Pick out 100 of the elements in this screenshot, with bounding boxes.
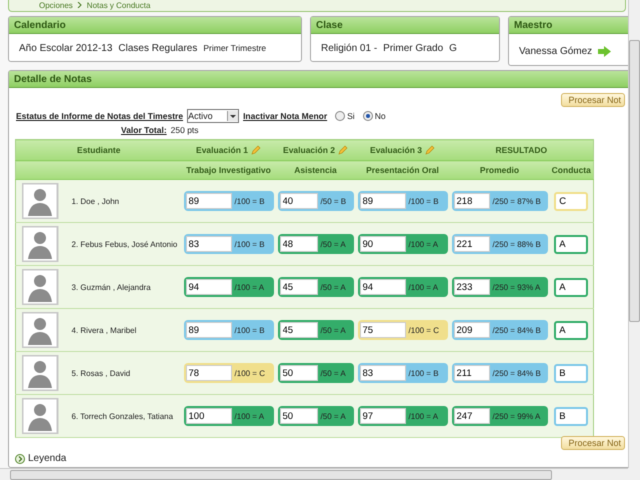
score-input[interactable]: 45	[280, 322, 318, 338]
score-input[interactable]: 83	[186, 236, 232, 252]
score-input[interactable]: 97	[360, 408, 406, 424]
student-name: 1. Doe , John	[72, 196, 120, 206]
status-select[interactable]: Activo	[187, 109, 240, 123]
arrow-right-icon[interactable]	[598, 46, 612, 56]
score-input[interactable]: 45	[280, 279, 318, 295]
panel-text: Religión 01 -	[321, 42, 378, 54]
student-name: 6. Torrech Gonzales, Tatiana	[72, 412, 174, 420]
conduct-field[interactable]: A	[554, 320, 588, 340]
column-header: Trabajo Investigativo	[186, 165, 271, 175]
grade-text: /100 = B	[234, 326, 265, 334]
grade-text: /250 = 84% B	[492, 368, 541, 378]
panel-text: Clases Regulares	[118, 42, 198, 54]
student-name: 2. Febus Febus, José Antonio	[72, 240, 178, 248]
student-name: 3. Guzmán , Alejandra	[72, 282, 151, 292]
vertical-scrollbar[interactable]	[628, 0, 640, 468]
grade-text: /100 = C	[408, 326, 439, 334]
panel-text: Año Escolar 2012-13	[19, 42, 112, 54]
expand-icon[interactable]	[15, 454, 25, 464]
score-input[interactable]: 48	[280, 236, 318, 252]
process-button[interactable]: Procesar Not	[561, 93, 625, 107]
score-input[interactable]: 233	[454, 279, 490, 295]
score-input[interactable]: 90	[360, 236, 406, 252]
panel-title: Detalle de Notas	[9, 71, 628, 88]
score-input[interactable]: 75	[360, 322, 406, 338]
grade-text: /50 = A	[320, 326, 346, 334]
panel-text: Primer Grado	[383, 42, 444, 54]
grade-text: /100 = A	[234, 412, 264, 420]
chevron-icon	[76, 2, 83, 8]
grade-text: /50 = B	[320, 196, 346, 206]
panel-text: Vanessa Gómez	[519, 46, 592, 56]
pencil-icon[interactable]	[338, 145, 348, 155]
column-header: Evaluación 1	[196, 145, 248, 155]
score-input[interactable]: 247	[454, 408, 490, 424]
grade-text: /250 = 87% B	[492, 196, 541, 206]
grade-text: /100 = A	[408, 412, 438, 420]
score-input[interactable]: 83	[360, 365, 406, 381]
score-input[interactable]: 50	[280, 408, 318, 424]
score-input[interactable]: 94	[186, 279, 232, 295]
score-input[interactable]: 221	[454, 236, 490, 252]
conduct-field[interactable]: C	[554, 192, 588, 210]
score-input[interactable]: 100	[186, 408, 232, 424]
conduct-field[interactable]: B	[554, 364, 588, 382]
panel-text: G	[449, 42, 457, 54]
grade-text: /100 = B	[408, 368, 439, 378]
score-input[interactable]: 89	[360, 193, 406, 209]
total-value: 250 pts	[170, 125, 199, 135]
pencil-icon[interactable]	[251, 145, 261, 155]
panel-title: Maestro	[509, 17, 628, 34]
panel-title: Clase	[311, 17, 499, 34]
grade-text: /100 = A	[408, 282, 438, 292]
grade-text: /50 = A	[320, 240, 346, 248]
conduct-field[interactable]: A	[554, 278, 588, 296]
panel-title: Calendario	[9, 17, 301, 34]
score-input[interactable]: 94	[360, 279, 406, 295]
pencil-icon[interactable]	[425, 145, 435, 155]
grade-text: /250 = 93% A	[492, 282, 540, 292]
total-label: Valor Total:	[121, 125, 167, 135]
score-input[interactable]: 218	[454, 193, 490, 209]
radio-option[interactable]: No	[362, 111, 386, 121]
grade-text: /250 = 84% B	[492, 326, 541, 334]
score-input[interactable]: 78	[186, 365, 232, 381]
conduct-field[interactable]: B	[554, 406, 588, 426]
process-button[interactable]: Procesar Not	[561, 436, 625, 450]
grade-text: /50 = A	[320, 282, 346, 292]
grade-text: /50 = A	[320, 368, 346, 378]
column-header: Conducta	[552, 165, 591, 175]
grade-text: /100 = C	[234, 368, 265, 378]
column-header: Evaluación 3	[370, 145, 422, 155]
column-header: Asistencia	[294, 165, 337, 175]
column-header: RESULTADO	[495, 145, 548, 155]
score-input[interactable]: 89	[186, 322, 232, 338]
grade-text: /250 = 99% A	[492, 412, 540, 420]
score-input[interactable]: 89	[186, 193, 232, 209]
grade-text: /100 = B	[234, 240, 265, 248]
grade-text: /100 = B	[234, 196, 265, 206]
column-header: Promedio	[480, 165, 520, 175]
breadcrumb-link[interactable]: Opciones	[39, 0, 73, 10]
score-input[interactable]: 211	[454, 365, 490, 381]
grade-text: /100 = A	[234, 282, 264, 292]
conduct-field[interactable]: A	[554, 234, 588, 254]
score-input[interactable]: 50	[280, 365, 318, 381]
status-label: Estatus de Informe de Notas del Timestre	[16, 111, 184, 121]
column-header: Presentación Oral	[366, 165, 439, 175]
legend-link[interactable]: Leyenda	[28, 453, 66, 464]
column-header: Evaluación 2	[283, 145, 335, 155]
grade-text: /250 = 88% B	[492, 240, 541, 248]
grade-text: /100 = A	[408, 240, 438, 248]
breadcrumb-link[interactable]: Notas y Conducta	[86, 0, 150, 10]
score-input[interactable]: 209	[454, 322, 490, 338]
student-name: 5. Rosas , David	[72, 368, 130, 378]
score-input[interactable]: 40	[280, 193, 318, 209]
grade-text: /100 = B	[408, 196, 439, 206]
inactivate-label: Inactivar Nota Menor	[243, 111, 328, 121]
grade-text: /50 = A	[320, 412, 346, 420]
horizontal-scrollbar[interactable]	[0, 468, 628, 480]
student-name: 4. Rivera , Maribel	[72, 326, 136, 334]
column-header: Estudiante	[77, 145, 120, 155]
panel-text: Primer Trimestre	[203, 43, 266, 53]
